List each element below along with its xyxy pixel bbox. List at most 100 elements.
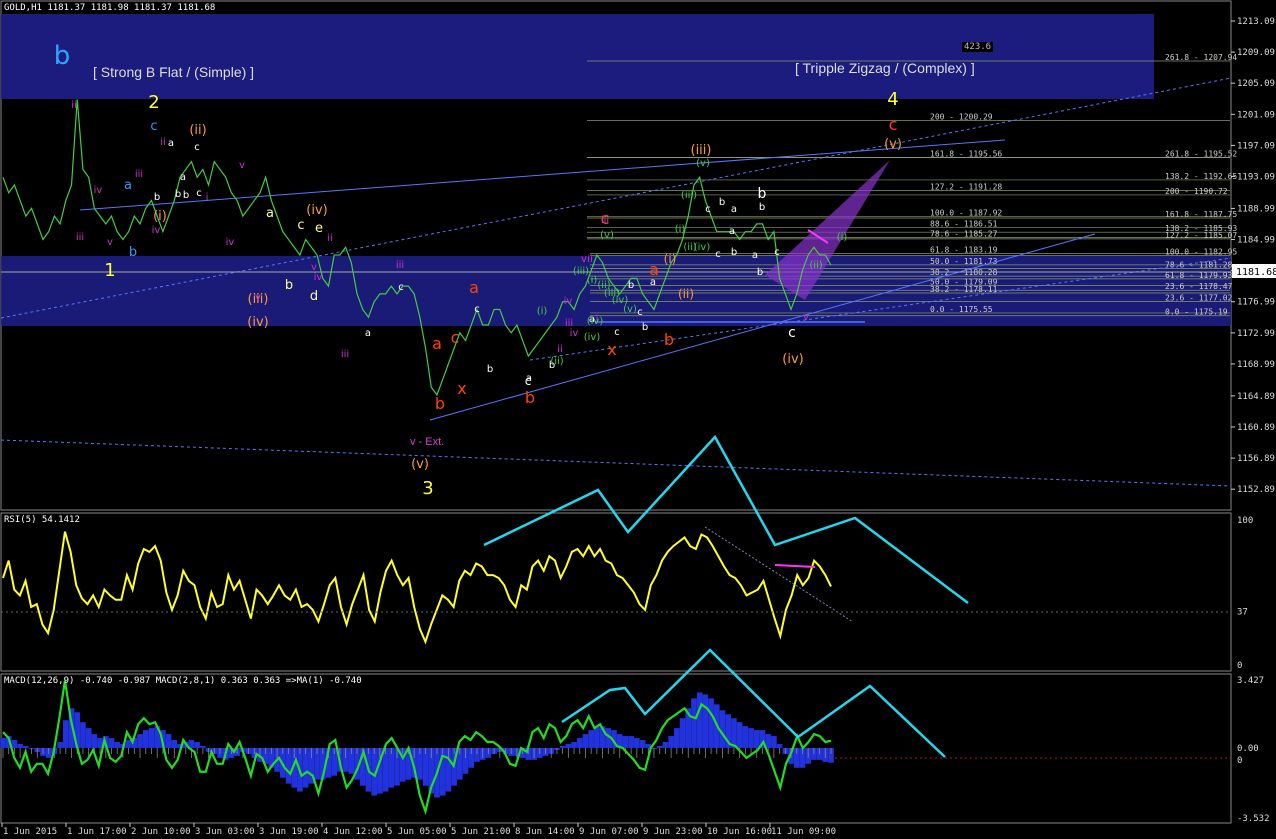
macd-tick-label: -3.532: [1237, 814, 1270, 824]
minor-wave-label: b: [183, 190, 189, 201]
minor-wave-label: a: [526, 373, 532, 384]
minor-wave-label: c: [637, 307, 643, 318]
macd-bar: [622, 736, 629, 748]
fib-level-label: 100.0 - 1187.92: [930, 209, 1002, 218]
macd-bar: [108, 738, 115, 748]
subwave-label: i: [206, 192, 209, 203]
y-axis-main: 1213.09 1209.09 1205.09 1201.09 1197.09 1193.…: [1231, 17, 1275, 495]
macd-bar: [125, 740, 132, 748]
fib-level-label: 78.6 - 1181.28: [1165, 260, 1233, 269]
macd-bar: [85, 728, 92, 748]
minor-wave-label: b: [719, 197, 725, 208]
macd-bar: [634, 738, 640, 748]
macd-bar: [565, 743, 572, 748]
minor-wave-label: c: [196, 188, 202, 199]
fib-level-label: 78.6 - 1185.27: [930, 229, 998, 238]
minor-wave-label: b: [487, 364, 493, 375]
macd-title: MACD(12,26,9) -0.740 -0.987 MACD(2,8,1) …: [4, 676, 362, 686]
minor-wave-label: a: [180, 172, 186, 183]
green-wave-label: (i): [675, 224, 686, 235]
x-tick-label: 1 Jun 17:00: [67, 827, 127, 837]
minor-wave-label: a: [729, 226, 735, 237]
subwave-label: iv: [564, 296, 573, 307]
fib-level-label: 88.6 - 1186.51: [930, 220, 998, 229]
minor-wave-label: c: [705, 204, 711, 215]
rsi-title: RSI(5) 54.1412: [4, 515, 80, 525]
macd-bar: [194, 742, 200, 748]
macd-bar: [114, 742, 121, 748]
chart-canvas: 261.8 - 1207.94200 - 1200.29261.8 - 1195…: [0, 0, 1276, 837]
green-wave-label: (ii): [809, 260, 822, 271]
fib-level-label: 138.2 - 1192.65: [1165, 172, 1237, 181]
minor-wave-label: c: [715, 249, 721, 260]
macd-bar: [668, 736, 674, 748]
wave-label: (i): [664, 252, 677, 266]
strong-b-flat-label: [ Strong B Flat / (Simple) ]: [93, 64, 255, 80]
green-wave-label: (i): [537, 306, 548, 317]
wave-label: 3: [422, 478, 433, 499]
x-tick-label: 5 Jun 05:00: [387, 827, 447, 837]
x-tick-label: 10 Jun 16:00: [707, 827, 772, 837]
macd-bar: [594, 726, 600, 748]
green-wave-label: (v): [696, 158, 710, 169]
macd-bar: [91, 734, 98, 748]
minor-wave-label: c: [194, 142, 200, 153]
macd-bar: [80, 722, 86, 748]
subwave-label: iii: [135, 169, 143, 180]
y-tick-label: 1209.09: [1237, 48, 1275, 58]
x-tick-label: 4 Jun 12:00: [323, 827, 383, 837]
green-wave-label: (ii): [550, 356, 563, 367]
y-tick-label: 1152.89: [1237, 485, 1275, 495]
fib-level-label: 127.2 - 1191.28: [930, 183, 1002, 192]
wave-label: c: [297, 218, 304, 233]
y-tick-label: 1176.99: [1237, 298, 1275, 308]
green-wave-label: (iv): [587, 316, 604, 327]
macd-tick-label: 3.427: [1237, 676, 1264, 686]
subwave-label: iii: [341, 349, 349, 360]
fib-level-label: 61.8 - 1183.19: [930, 246, 998, 255]
macd-bar: [17, 743, 23, 748]
macd-bar: [776, 743, 783, 748]
subwave-label: ii: [160, 137, 166, 148]
macd-bar: [57, 742, 63, 748]
wave-label: d: [310, 289, 318, 304]
macd-bar: [576, 738, 583, 748]
x-tick-label: 8 Jun 14:00: [515, 827, 575, 837]
y-tick-label: 1160.89: [1237, 423, 1275, 433]
upper-target-zone: [1, 14, 1154, 99]
subwave-label: iv: [152, 225, 161, 236]
fib-level-label: 127.2 - 1185.07: [1165, 231, 1237, 240]
wave-label: (ii): [189, 123, 206, 138]
macd-bar: [23, 745, 29, 748]
x-tick-label: 5 Jun 21:00: [451, 827, 511, 837]
green-wave-label: (v): [600, 230, 614, 241]
macd-bar: [582, 734, 589, 748]
x-tick-label: 11 Jun 09:00: [771, 827, 836, 837]
minor-wave-label: b: [759, 202, 765, 213]
y-tick-label: 1172.99: [1237, 329, 1275, 339]
subwave-label: ii: [587, 254, 593, 265]
wave-label: c: [451, 328, 460, 347]
fib-level-label: 200 - 1190.72: [1165, 187, 1228, 196]
rsi-tick-label: 100: [1237, 516, 1253, 526]
fib-level-label: 261.8 - 1207.94: [1165, 53, 1237, 62]
wave-label: c: [150, 119, 157, 134]
subwave-label: iv: [226, 237, 235, 248]
macd-bar: [382, 747, 389, 792]
macd-bar: [142, 730, 149, 748]
green-wave-label: (i): [587, 275, 598, 286]
subwave-label: v: [581, 254, 587, 265]
wave-label: (iv): [782, 352, 803, 367]
macd-bar: [679, 718, 686, 748]
wave-label: b: [129, 245, 137, 260]
rsi-tick-label: 0: [1237, 661, 1242, 671]
macd-tick-label: 0: [1237, 756, 1242, 766]
green-wave-label: (v): [623, 304, 637, 315]
subwave-label: v: [239, 160, 245, 171]
wave-label: b: [758, 186, 767, 202]
green-wave-label: (iv): [584, 332, 601, 343]
subwave-label: iii: [601, 215, 609, 226]
x-tick-label: 2 Jun 10:00: [131, 827, 191, 837]
minor-wave-label: a: [752, 250, 758, 261]
subwave-label: iii: [396, 260, 404, 271]
